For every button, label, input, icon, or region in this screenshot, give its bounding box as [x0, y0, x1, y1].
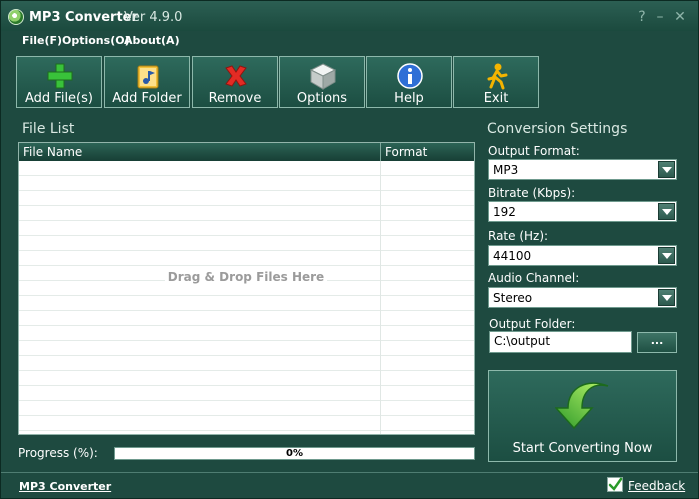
- window-title: MP3 Converter: [29, 10, 138, 25]
- progress-label: Progress (%):: [18, 446, 98, 460]
- progress-value: 0%: [286, 448, 303, 459]
- drop-hint: Drag & Drop Files Here: [165, 268, 327, 286]
- exit-button[interactable]: Exit: [453, 56, 539, 108]
- column-header-file-name[interactable]: File Name: [23, 145, 82, 159]
- rate-select[interactable]: 44100: [488, 245, 677, 266]
- plus-icon: [47, 63, 73, 89]
- add-folder-label: Add Folder: [112, 91, 182, 106]
- output-folder-input[interactable]: C:\output: [489, 331, 632, 353]
- add-files-label: Add File(s): [25, 91, 93, 106]
- file-list[interactable]: File Name Format Drag & Drop Files Here: [18, 142, 475, 435]
- exit-label: Exit: [483, 91, 509, 106]
- folder-icon: [137, 65, 159, 89]
- column-header-format[interactable]: Format: [385, 145, 427, 159]
- info-icon: [397, 63, 423, 89]
- app-window: MP3 Converter Ver 4.9.0 ? – ✕ File(F) Op…: [0, 0, 699, 499]
- bitrate-label: Bitrate (Kbps):: [488, 186, 576, 200]
- title-bar[interactable]: MP3 Converter Ver 4.9.0 ? – ✕: [1, 1, 698, 31]
- start-converting-button[interactable]: Start Converting Now: [488, 370, 677, 462]
- menu-about[interactable]: About(A): [124, 34, 180, 47]
- options-button[interactable]: Options: [279, 56, 365, 108]
- rate-value: 44100: [493, 249, 532, 263]
- file-list-body[interactable]: [19, 161, 474, 434]
- chevron-down-icon[interactable]: [658, 161, 675, 178]
- audio-channel-value: Stereo: [493, 291, 533, 305]
- remove-button[interactable]: Remove: [192, 56, 278, 108]
- menu-options[interactable]: Options(O): [62, 34, 130, 47]
- app-home-link[interactable]: MP3 Converter: [19, 480, 111, 493]
- audio-channel-select[interactable]: Stereo: [488, 287, 677, 308]
- options-label: Options: [296, 91, 348, 106]
- file-list-header: File Name Format: [19, 143, 474, 161]
- add-folder-button[interactable]: Add Folder: [104, 56, 190, 108]
- help-title-button[interactable]: ?: [634, 9, 650, 25]
- bitrate-select[interactable]: 192: [488, 201, 677, 222]
- status-divider: [1, 472, 698, 473]
- minimize-button[interactable]: –: [652, 9, 668, 25]
- file-list-column-line: [380, 161, 381, 434]
- help-label: Help: [394, 91, 424, 106]
- conversion-settings-title: Conversion Settings: [487, 121, 628, 137]
- bitrate-value: 192: [493, 205, 516, 219]
- help-button[interactable]: Help: [366, 56, 452, 108]
- chevron-down-icon[interactable]: [658, 203, 675, 220]
- cube-icon: [309, 63, 337, 90]
- file-list-title: File List: [22, 121, 75, 137]
- chevron-down-icon[interactable]: [658, 247, 675, 264]
- feedback-link[interactable]: Feedback: [628, 479, 685, 493]
- chevron-down-icon[interactable]: [658, 289, 675, 306]
- status-bar: MP3 Converter Feedback: [1, 472, 698, 498]
- close-button[interactable]: ✕: [672, 9, 688, 25]
- output-folder-label: Output Folder:: [489, 317, 576, 331]
- remove-x-icon: [225, 65, 247, 87]
- running-man-icon: [487, 63, 508, 90]
- feedback-check-icon: [607, 477, 623, 492]
- menu-file[interactable]: File(F): [22, 34, 62, 47]
- window-version: Ver 4.9.0: [124, 10, 183, 25]
- start-converting-label: Start Converting Now: [512, 441, 653, 456]
- output-format-value: MP3: [493, 163, 519, 177]
- output-format-label: Output Format:: [488, 144, 580, 158]
- app-logo-icon: [8, 9, 24, 25]
- remove-label: Remove: [208, 91, 262, 106]
- column-divider: [380, 143, 381, 161]
- output-format-select[interactable]: MP3: [488, 159, 677, 180]
- rate-label: Rate (Hz):: [488, 229, 549, 243]
- browse-button[interactable]: ...: [637, 332, 677, 353]
- progress-bar: 0%: [114, 447, 475, 460]
- add-files-button[interactable]: Add File(s): [16, 56, 102, 108]
- audio-channel-label: Audio Channel:: [488, 271, 580, 285]
- down-arrow-icon: [555, 382, 609, 430]
- menu-bar: File(F) Options(O) About(A): [1, 31, 698, 51]
